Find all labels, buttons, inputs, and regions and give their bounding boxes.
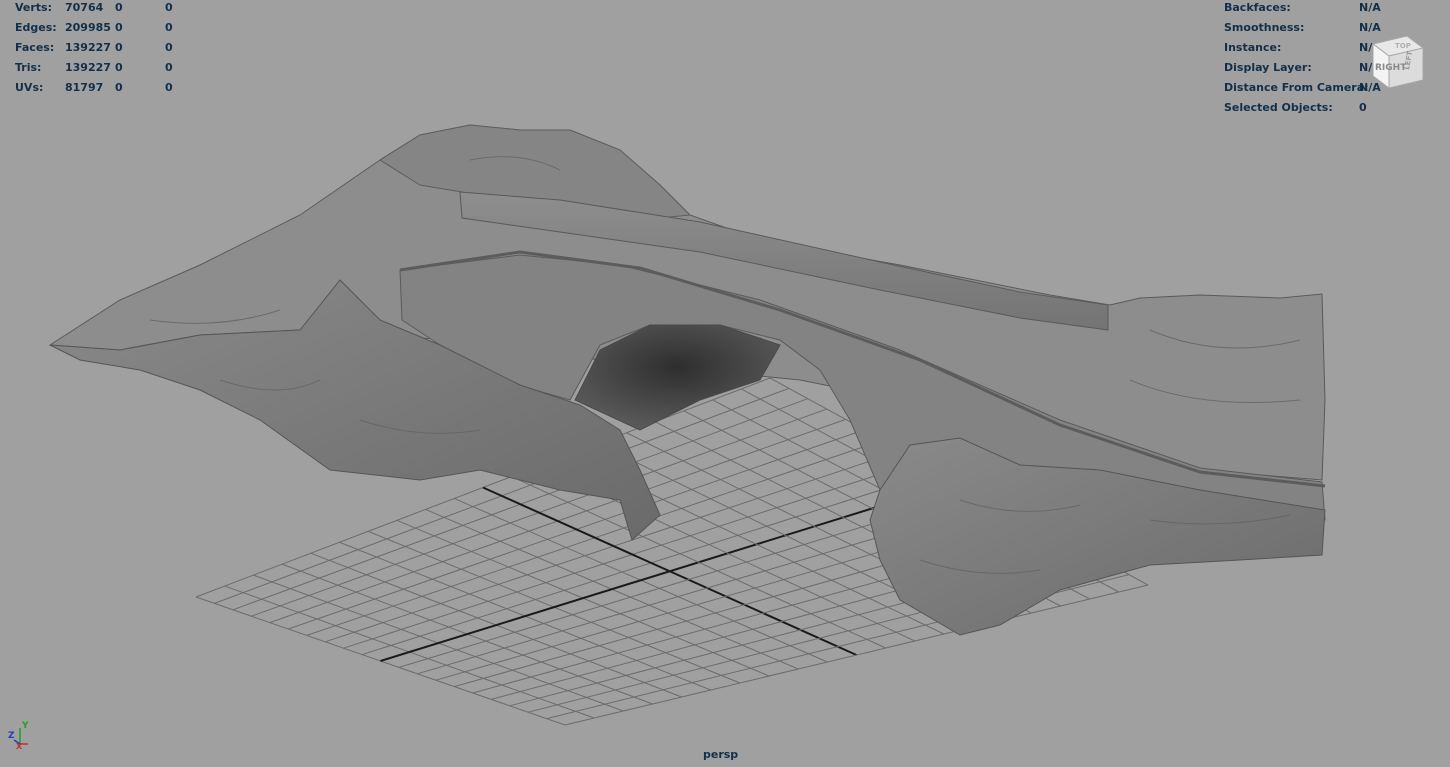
stat-value: 0 <box>115 81 123 94</box>
stat-label: Faces: <box>15 41 55 54</box>
stat-row: Tris: 139227 0 0 <box>15 58 215 78</box>
stat-value: 0 <box>165 81 173 94</box>
stat-label: Verts: <box>15 1 53 14</box>
stat-value: 139227 <box>65 41 111 54</box>
info-row: Selected Objects: 0 <box>1224 98 1444 118</box>
camera-name-label: persp <box>703 748 739 761</box>
info-value: 0 <box>1359 101 1367 114</box>
view-cube-top-label: TOP <box>1395 42 1411 50</box>
poly-count-hud: Verts: 70764 0 0 Edges: 209985 0 0 Faces: 139227 0… <box>15 0 215 98</box>
info-row: Backfaces: N/A <box>1224 0 1444 18</box>
stat-value: 0 <box>115 61 123 74</box>
stat-value: 0 <box>165 21 173 34</box>
stat-value: 0 <box>115 21 123 34</box>
stat-value: 0 <box>115 1 123 14</box>
stat-label: UVs: <box>15 81 44 94</box>
info-label: Selected Objects: <box>1224 101 1333 114</box>
stat-row: Edges: 209985 0 0 <box>15 18 215 38</box>
axis-z-label: Z <box>8 731 15 741</box>
info-label: Instance: <box>1224 41 1282 54</box>
info-label: Distance From Camera: <box>1224 81 1369 94</box>
stat-row: Verts: 70764 0 0 <box>15 0 215 18</box>
grid-line <box>564 584 1149 726</box>
stat-label: Edges: <box>15 21 57 34</box>
info-label: Display Layer: <box>1224 61 1312 74</box>
stat-value: 0 <box>165 1 173 14</box>
stat-value: 0 <box>115 41 123 54</box>
axis-y-label: Y <box>21 721 29 731</box>
stat-label: Tris: <box>15 61 42 74</box>
perspective-viewport[interactable]: Verts: 70764 0 0 Edges: 209985 0 0 Faces: 139227 0… <box>0 0 1450 767</box>
bridge-terrain-mesh[interactable] <box>48 124 1326 636</box>
stat-value: 209985 <box>65 21 111 34</box>
info-label: Smoothness: <box>1224 21 1305 34</box>
axis-x-label: X <box>16 742 23 751</box>
stat-row: UVs: 81797 0 0 <box>15 78 215 98</box>
axis-gizmo: Y Z X <box>8 721 29 751</box>
stat-row: Faces: 139227 0 0 <box>15 38 215 58</box>
info-label: Backfaces: <box>1224 1 1291 14</box>
stat-value: 0 <box>165 61 173 74</box>
stat-value: 0 <box>165 41 173 54</box>
stat-value: 139227 <box>65 61 111 74</box>
info-value: N/A <box>1359 1 1381 14</box>
stat-value: 81797 <box>65 81 104 94</box>
view-cube[interactable]: RIGHT LEFT TOP <box>1365 26 1431 92</box>
stat-value: 70764 <box>65 1 104 14</box>
